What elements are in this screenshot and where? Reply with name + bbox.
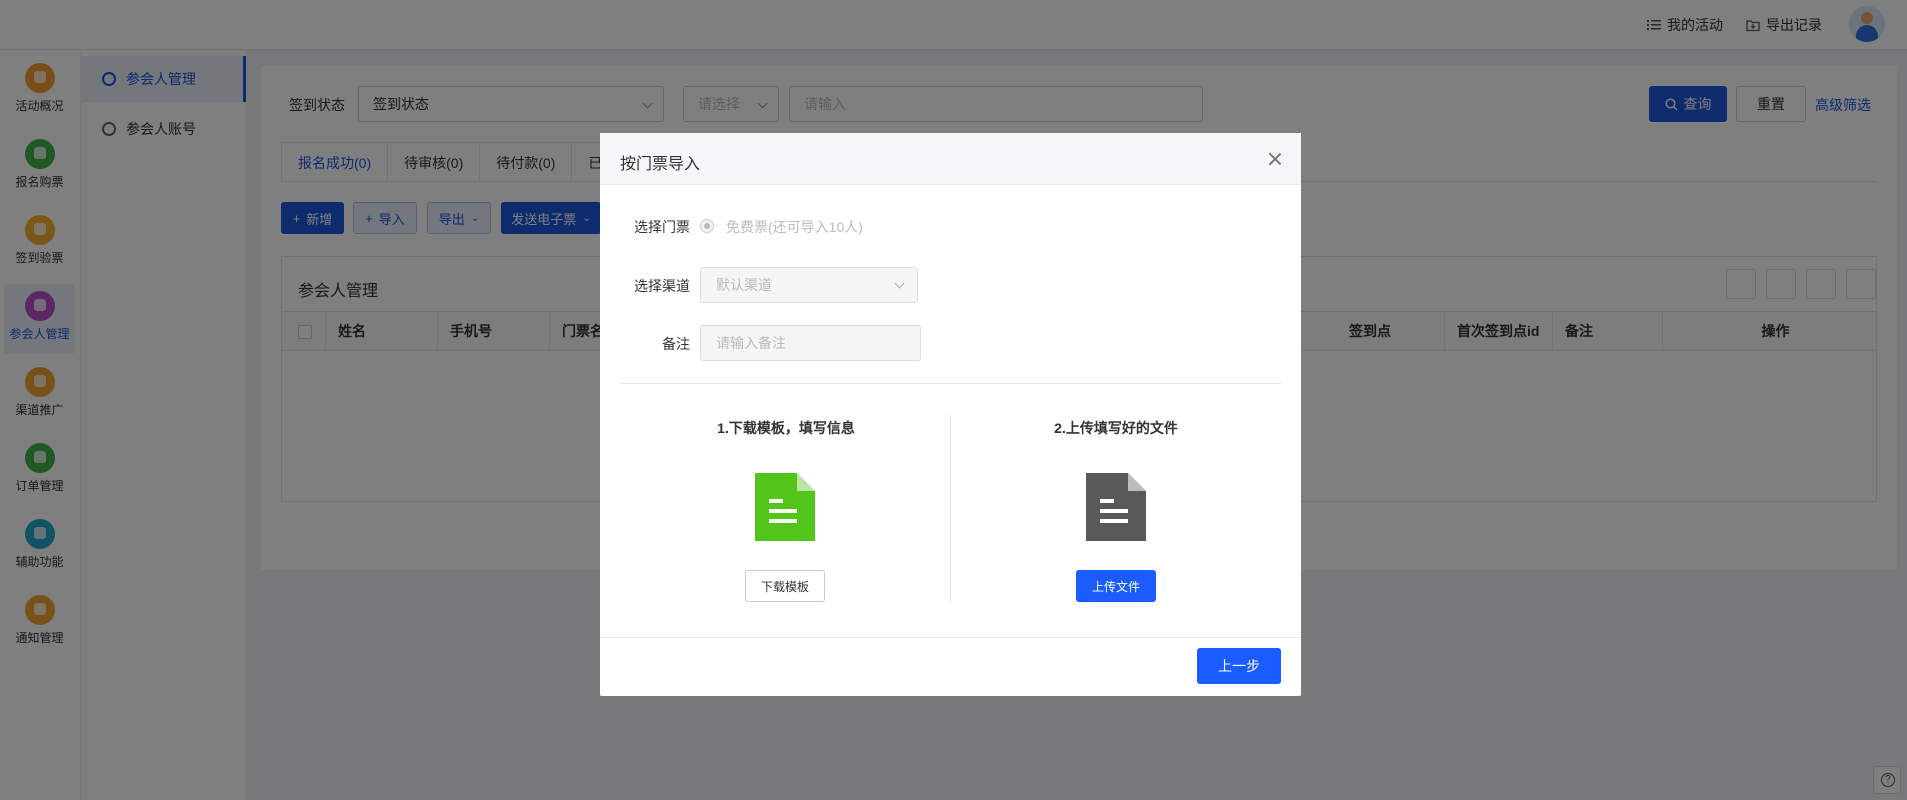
previous-step-button[interactable]: 上一步	[1197, 648, 1281, 684]
channel-select[interactable]: 默认渠道	[700, 267, 918, 303]
ticket-option-label: 免费票(还可导入10人)	[726, 219, 863, 235]
channel-label: 选择渠道	[634, 278, 690, 294]
chevron-down-icon	[894, 278, 905, 289]
close-icon[interactable]	[1267, 151, 1283, 167]
footer-divider	[600, 637, 1301, 638]
modal-header: 按门票导入	[600, 133, 1301, 185]
download-template-button[interactable]: 下载模板	[745, 570, 825, 602]
divider	[620, 383, 1281, 384]
channel-value: 默认渠道	[716, 277, 772, 293]
step-2-title: 2.上传填写好的文件	[1054, 420, 1178, 436]
upload-file-button[interactable]: 上传文件	[1076, 570, 1156, 602]
template-file-icon	[755, 473, 815, 541]
upload-file-icon	[1086, 473, 1146, 541]
modal-title: 按门票导入	[620, 156, 701, 173]
ticket-label: 选择门票	[634, 219, 690, 235]
import-by-ticket-modal: 按门票导入 选择门票 免费票(还可导入10人) 选择渠道 默认渠道 备注 请输入…	[600, 133, 1301, 696]
ticket-radio[interactable]	[700, 219, 714, 233]
remark-label: 备注	[662, 336, 690, 352]
divider	[950, 415, 951, 603]
remark-input[interactable]: 请输入备注	[700, 325, 921, 361]
step-1-title: 1.下载模板，填写信息	[717, 420, 855, 436]
